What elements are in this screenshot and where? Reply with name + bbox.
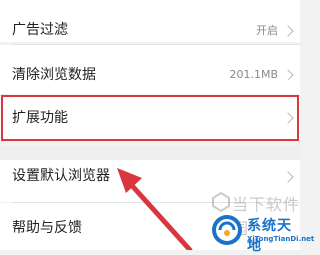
settings-item-clear-data[interactable]: 清除浏览数据 201.1MB <box>0 45 300 94</box>
settings-item-label: 广告过滤 <box>12 22 68 38</box>
settings-item-value: 201.1MB <box>229 68 278 81</box>
brand-logo-icon <box>212 215 242 245</box>
chevron-right-icon <box>282 112 294 124</box>
settings-item-label: 帮助与反馈 <box>12 220 82 236</box>
watermark-xitongtiandi: 系统天地 XiTongTianDi.net <box>210 213 314 254</box>
settings-item-value: 开启 <box>256 24 278 37</box>
section-gap <box>0 146 300 160</box>
chevron-right-icon <box>282 69 294 81</box>
chevron-right-icon <box>282 25 294 37</box>
settings-item-label: 扩展功能 <box>12 110 68 126</box>
chevron-right-icon <box>282 171 294 183</box>
watermark-dangxia: 当下软件园 <box>212 190 300 238</box>
brand-url: XiTongTianDi.net <box>247 235 315 243</box>
watermark-logo-icon <box>212 192 230 212</box>
settings-item-extensions[interactable]: 扩展功能 <box>0 96 300 140</box>
settings-item-ad-filter[interactable]: 广告过滤 开启 <box>0 0 300 42</box>
settings-item-label: 清除浏览数据 <box>12 67 96 83</box>
settings-item-label: 设置默认浏览器 <box>12 168 110 184</box>
